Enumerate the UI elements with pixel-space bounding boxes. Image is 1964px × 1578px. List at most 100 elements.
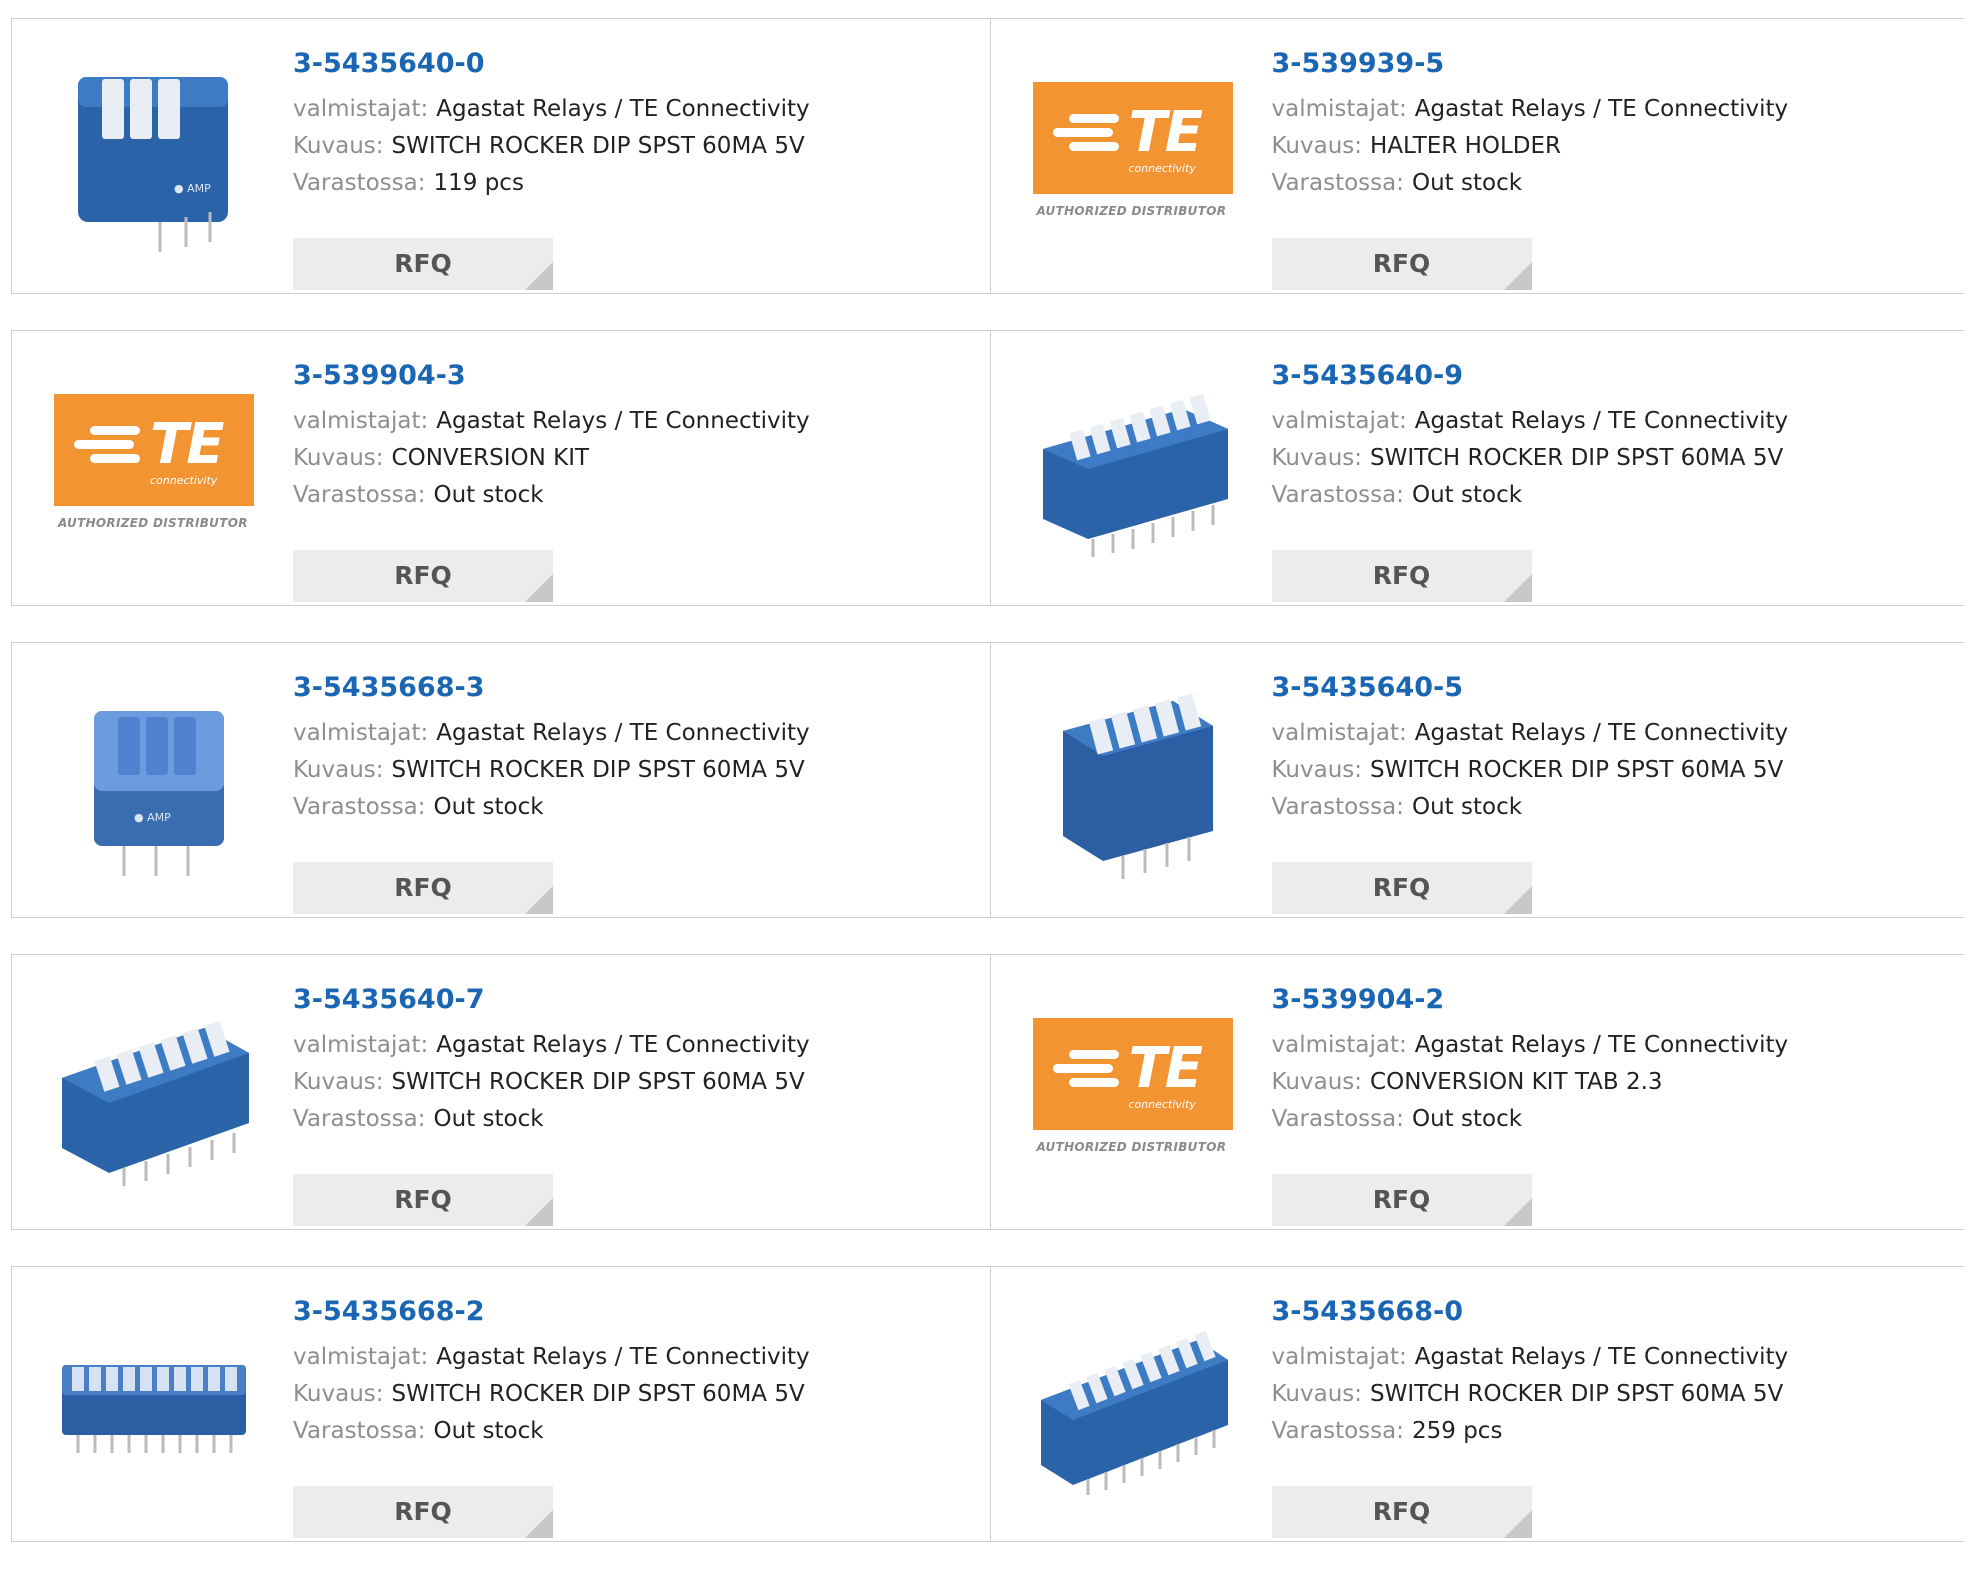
corner-triangle-icon bbox=[1504, 1510, 1532, 1538]
description-value: SWITCH ROCKER DIP SPST 60MA 5V bbox=[392, 1069, 805, 1095]
stock-label: Varastossa: bbox=[1272, 794, 1404, 820]
manufacturer-line: valmistajat:Agastat Relays / TE Connecti… bbox=[1272, 1339, 1932, 1376]
te-sub: connectivity bbox=[1129, 1098, 1196, 1111]
stock-label: Varastossa: bbox=[1272, 1418, 1404, 1444]
rfq-label: RFQ bbox=[394, 1185, 452, 1214]
product-row: TE connectivity AUTHORIZED DISTRIBUTOR 3… bbox=[11, 330, 1964, 606]
product-row: 3-5435640-7 valmistajat:Agastat Relays /… bbox=[11, 954, 1964, 1230]
stock-line: Varastossa:Out stock bbox=[293, 1413, 953, 1450]
te-brand: TE bbox=[1129, 1036, 1201, 1101]
description-label: Kuvaus: bbox=[1272, 757, 1363, 783]
product-image[interactable]: TE connectivity AUTHORIZED DISTRIBUTOR bbox=[1031, 55, 1235, 259]
stock-label: Varastossa: bbox=[293, 1106, 425, 1132]
description-value: CONVERSION KIT bbox=[392, 445, 590, 471]
description-line: Kuvaus:HALTER HOLDER bbox=[1272, 128, 1932, 165]
rfq-button[interactable]: RFQ bbox=[293, 1174, 553, 1226]
product-image[interactable]: TE connectivity AUTHORIZED DISTRIBUTOR bbox=[52, 367, 256, 571]
manufacturer-label: valmistajat: bbox=[293, 408, 428, 434]
corner-triangle-icon bbox=[525, 262, 553, 290]
manufacturer-value: Agastat Relays / TE Connectivity bbox=[436, 720, 809, 746]
part-number-link[interactable]: 3-5435668-0 bbox=[1272, 1295, 1932, 1329]
part-number-link[interactable]: 3-539904-2 bbox=[1272, 983, 1932, 1017]
description-value: SWITCH ROCKER DIP SPST 60MA 5V bbox=[392, 757, 805, 783]
product-card: TE connectivity AUTHORIZED DISTRIBUTOR 3… bbox=[12, 331, 990, 605]
product-card: 3-5435640-7 valmistajat:Agastat Relays /… bbox=[12, 955, 990, 1229]
manufacturer-label: valmistajat: bbox=[1272, 96, 1407, 122]
description-value: SWITCH ROCKER DIP SPST 60MA 5V bbox=[1370, 1381, 1783, 1407]
description-label: Kuvaus: bbox=[293, 757, 384, 783]
rfq-label: RFQ bbox=[1373, 249, 1431, 278]
product-image[interactable] bbox=[52, 991, 256, 1195]
manufacturer-label: valmistajat: bbox=[1272, 408, 1407, 434]
rfq-button[interactable]: RFQ bbox=[293, 238, 553, 290]
te-connectivity-logo: TE connectivity AUTHORIZED DISTRIBUTOR bbox=[54, 394, 254, 544]
description-line: Kuvaus:SWITCH ROCKER DIP SPST 60MA 5V bbox=[293, 128, 953, 165]
stock-value: Out stock bbox=[433, 794, 543, 820]
manufacturer-line: valmistajat:Agastat Relays / TE Connecti… bbox=[293, 715, 953, 752]
rfq-button[interactable]: RFQ bbox=[1272, 1174, 1532, 1226]
product-info: 3-5435668-0 valmistajat:Agastat Relays /… bbox=[1272, 1295, 1932, 1450]
part-number-link[interactable]: 3-539904-3 bbox=[293, 359, 953, 393]
rfq-button[interactable]: RFQ bbox=[1272, 238, 1532, 290]
description-value: SWITCH ROCKER DIP SPST 60MA 5V bbox=[392, 1381, 805, 1407]
corner-triangle-icon bbox=[525, 1198, 553, 1226]
rfq-button[interactable]: RFQ bbox=[293, 550, 553, 602]
product-image[interactable] bbox=[1031, 1303, 1235, 1507]
part-number-link[interactable]: 3-5435640-5 bbox=[1272, 671, 1932, 705]
stock-label: Varastossa: bbox=[1272, 170, 1404, 196]
rfq-button[interactable]: RFQ bbox=[1272, 1486, 1532, 1538]
product-image[interactable]: ● AMP bbox=[52, 679, 256, 883]
manufacturer-line: valmistajat:Agastat Relays / TE Connecti… bbox=[293, 91, 953, 128]
rfq-label: RFQ bbox=[1373, 1497, 1431, 1526]
description-value: SWITCH ROCKER DIP SPST 60MA 5V bbox=[1370, 757, 1783, 783]
manufacturer-label: valmistajat: bbox=[1272, 720, 1407, 746]
manufacturer-value: Agastat Relays / TE Connectivity bbox=[436, 96, 809, 122]
product-card: TE connectivity AUTHORIZED DISTRIBUTOR 3… bbox=[990, 19, 1964, 293]
product-info: 3-5435640-9 valmistajat:Agastat Relays /… bbox=[1272, 359, 1932, 514]
stock-label: Varastossa: bbox=[1272, 1106, 1404, 1132]
product-image[interactable]: TE connectivity AUTHORIZED DISTRIBUTOR bbox=[1031, 991, 1235, 1195]
description-value: CONVERSION KIT TAB 2.3 bbox=[1370, 1069, 1663, 1095]
part-number-link[interactable]: 3-5435640-0 bbox=[293, 47, 953, 81]
stock-label: Varastossa: bbox=[1272, 482, 1404, 508]
dip-switch-icon: ● AMP bbox=[64, 681, 244, 881]
dip-switch-icon bbox=[54, 998, 254, 1188]
description-label: Kuvaus: bbox=[1272, 1069, 1363, 1095]
stock-line: Varastossa:Out stock bbox=[293, 1101, 953, 1138]
product-image[interactable] bbox=[1031, 679, 1235, 883]
product-info: 3-5435668-3 valmistajat:Agastat Relays /… bbox=[293, 671, 953, 826]
description-line: Kuvaus:SWITCH ROCKER DIP SPST 60MA 5V bbox=[1272, 1376, 1932, 1413]
te-brand: TE bbox=[150, 412, 222, 477]
description-line: Kuvaus:SWITCH ROCKER DIP SPST 60MA 5V bbox=[1272, 440, 1932, 477]
stock-value: Out stock bbox=[1412, 482, 1522, 508]
description-label: Kuvaus: bbox=[1272, 445, 1363, 471]
dip-switch-icon: ● AMP bbox=[64, 57, 244, 257]
part-number-link[interactable]: 3-5435640-9 bbox=[1272, 359, 1932, 393]
product-image[interactable]: ● AMP bbox=[52, 55, 256, 259]
description-line: Kuvaus:SWITCH ROCKER DIP SPST 60MA 5V bbox=[293, 1064, 953, 1101]
te-sub: connectivity bbox=[1129, 162, 1196, 175]
description-line: Kuvaus:SWITCH ROCKER DIP SPST 60MA 5V bbox=[293, 1376, 953, 1413]
part-number-link[interactable]: 3-539939-5 bbox=[1272, 47, 1932, 81]
part-number-link[interactable]: 3-5435640-7 bbox=[293, 983, 953, 1017]
stock-value: 259 pcs bbox=[1412, 1418, 1502, 1444]
rfq-button[interactable]: RFQ bbox=[293, 862, 553, 914]
stock-value: 119 pcs bbox=[433, 170, 523, 196]
stock-line: Varastossa: Out stock bbox=[1272, 165, 1932, 202]
rfq-button[interactable]: RFQ bbox=[1272, 550, 1532, 602]
stock-line: Varastossa:Out stock bbox=[293, 477, 953, 514]
part-number-link[interactable]: 3-5435668-3 bbox=[293, 671, 953, 705]
product-card: ● AMP 3-5435668-3 valmistajat:Agastat Re… bbox=[12, 643, 990, 917]
manufacturer-value: Agastat Relays / TE Connectivity bbox=[1415, 96, 1788, 122]
product-info: 3-5435640-7 valmistajat:Agastat Relays /… bbox=[293, 983, 953, 1138]
manufacturer-line: valmistajat:Agastat Relays / TE Connecti… bbox=[1272, 1027, 1932, 1064]
part-number-link[interactable]: 3-5435668-2 bbox=[293, 1295, 953, 1329]
rfq-button[interactable]: RFQ bbox=[1272, 862, 1532, 914]
product-image[interactable] bbox=[1031, 367, 1235, 571]
rfq-button[interactable]: RFQ bbox=[293, 1486, 553, 1538]
stock-value: Out stock bbox=[1412, 170, 1522, 196]
product-image[interactable] bbox=[52, 1303, 256, 1507]
corner-triangle-icon bbox=[525, 886, 553, 914]
te-distributor: AUTHORIZED DISTRIBUTOR bbox=[58, 516, 248, 530]
te-connectivity-logo: TE connectivity AUTHORIZED DISTRIBUTOR bbox=[1033, 1018, 1233, 1168]
